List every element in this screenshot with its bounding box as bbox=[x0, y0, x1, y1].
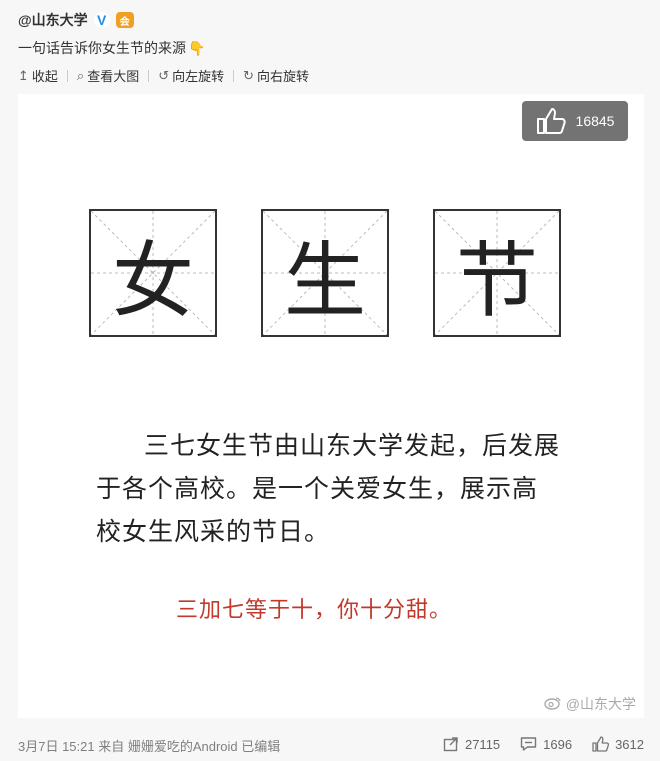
image-like-button[interactable]: 16845 bbox=[522, 101, 628, 141]
post-footer: 3月7日 15:21 来自 姗姗爱吃的Android 已编辑 27115 169… bbox=[18, 736, 644, 754]
rotate-right-label: 向右旋转 bbox=[257, 69, 310, 84]
weibo-logo-icon bbox=[544, 696, 562, 713]
rotate-left-button[interactable]: ↺ 向左旋转 bbox=[158, 66, 224, 85]
collapse-label: 收起 bbox=[31, 69, 58, 84]
post-image[interactable]: 16845 女 生 节 三七女生节由山东大学发起，后发展 于各个高校。是一个关爱 bbox=[18, 94, 644, 718]
like-button[interactable]: 3612 bbox=[592, 736, 644, 752]
divider bbox=[148, 69, 150, 82]
char-grid-box: 女 bbox=[89, 209, 217, 337]
char-grid-box: 节 bbox=[433, 209, 561, 337]
grid-char: 女 bbox=[111, 233, 194, 329]
divider bbox=[233, 69, 235, 82]
rotate-right-button[interactable]: ↻ 向右旋转 bbox=[243, 66, 309, 85]
grid-char: 生 bbox=[283, 233, 366, 329]
thumbs-up-icon bbox=[592, 736, 610, 752]
image-body-text: 三七女生节由山东大学发起，后发展 于各个高校。是一个关爱女生，展示高 校女生风采… bbox=[96, 424, 576, 553]
repost-button[interactable]: 27115 bbox=[443, 736, 500, 752]
body-line: 三七女生节由山东大学发起，后发展 bbox=[144, 431, 561, 460]
thumbs-up-icon bbox=[536, 107, 566, 135]
image-like-count: 16845 bbox=[575, 113, 615, 129]
divider bbox=[66, 69, 68, 82]
like-count: 3612 bbox=[615, 736, 644, 752]
grid-char: 节 bbox=[455, 233, 538, 329]
repost-icon bbox=[443, 736, 459, 752]
repost-count: 27115 bbox=[464, 736, 501, 752]
post-actions: 27115 1696 3612 bbox=[443, 736, 644, 752]
hand-down-emoji: 👇 bbox=[188, 39, 206, 56]
comment-button[interactable]: 1696 bbox=[520, 736, 572, 752]
comment-icon bbox=[520, 736, 537, 752]
member-badge-icon: 会 bbox=[115, 12, 134, 28]
collapse-button[interactable]: ↥ 收起 bbox=[18, 66, 58, 85]
watermark-text: @山东大学 bbox=[565, 696, 636, 712]
post-content: 一句话告诉你女生节的来源 👇 bbox=[18, 38, 205, 58]
post-author[interactable]: @山东大学 V 会 bbox=[18, 10, 134, 30]
image-toolbar: ↥ 收起 ⌕ 查看大图 ↺ 向左旋转 ↻ 向右旋转 bbox=[18, 66, 309, 85]
rotate-right-icon: ↻ bbox=[243, 67, 255, 83]
image-watermark: @山东大学 bbox=[544, 694, 636, 714]
post-meta: 3月7日 15:21 来自 姗姗爱吃的Android 已编辑 bbox=[18, 739, 281, 754]
rotate-left-icon: ↺ bbox=[158, 67, 170, 83]
char-grid-box: 生 bbox=[261, 209, 389, 337]
body-line: 于各个高校。是一个关爱女生，展示高 bbox=[96, 474, 539, 503]
author-name[interactable]: @山东大学 bbox=[18, 10, 88, 30]
view-large-label: 查看大图 bbox=[87, 69, 140, 84]
rotate-left-label: 向左旋转 bbox=[172, 69, 225, 84]
collapse-icon: ↥ bbox=[18, 67, 29, 83]
verified-icon: V bbox=[93, 12, 110, 28]
body-line: 校女生风采的节日。 bbox=[96, 517, 331, 546]
image-red-caption: 三加七等于十，你十分甜。 bbox=[176, 598, 453, 623]
view-large-button[interactable]: ⌕ 查看大图 bbox=[77, 66, 139, 85]
search-icon: ⌕ bbox=[76, 67, 85, 83]
comment-count: 1696 bbox=[543, 736, 573, 752]
post-text: 一句话告诉你女生节的来源 bbox=[18, 40, 186, 56]
